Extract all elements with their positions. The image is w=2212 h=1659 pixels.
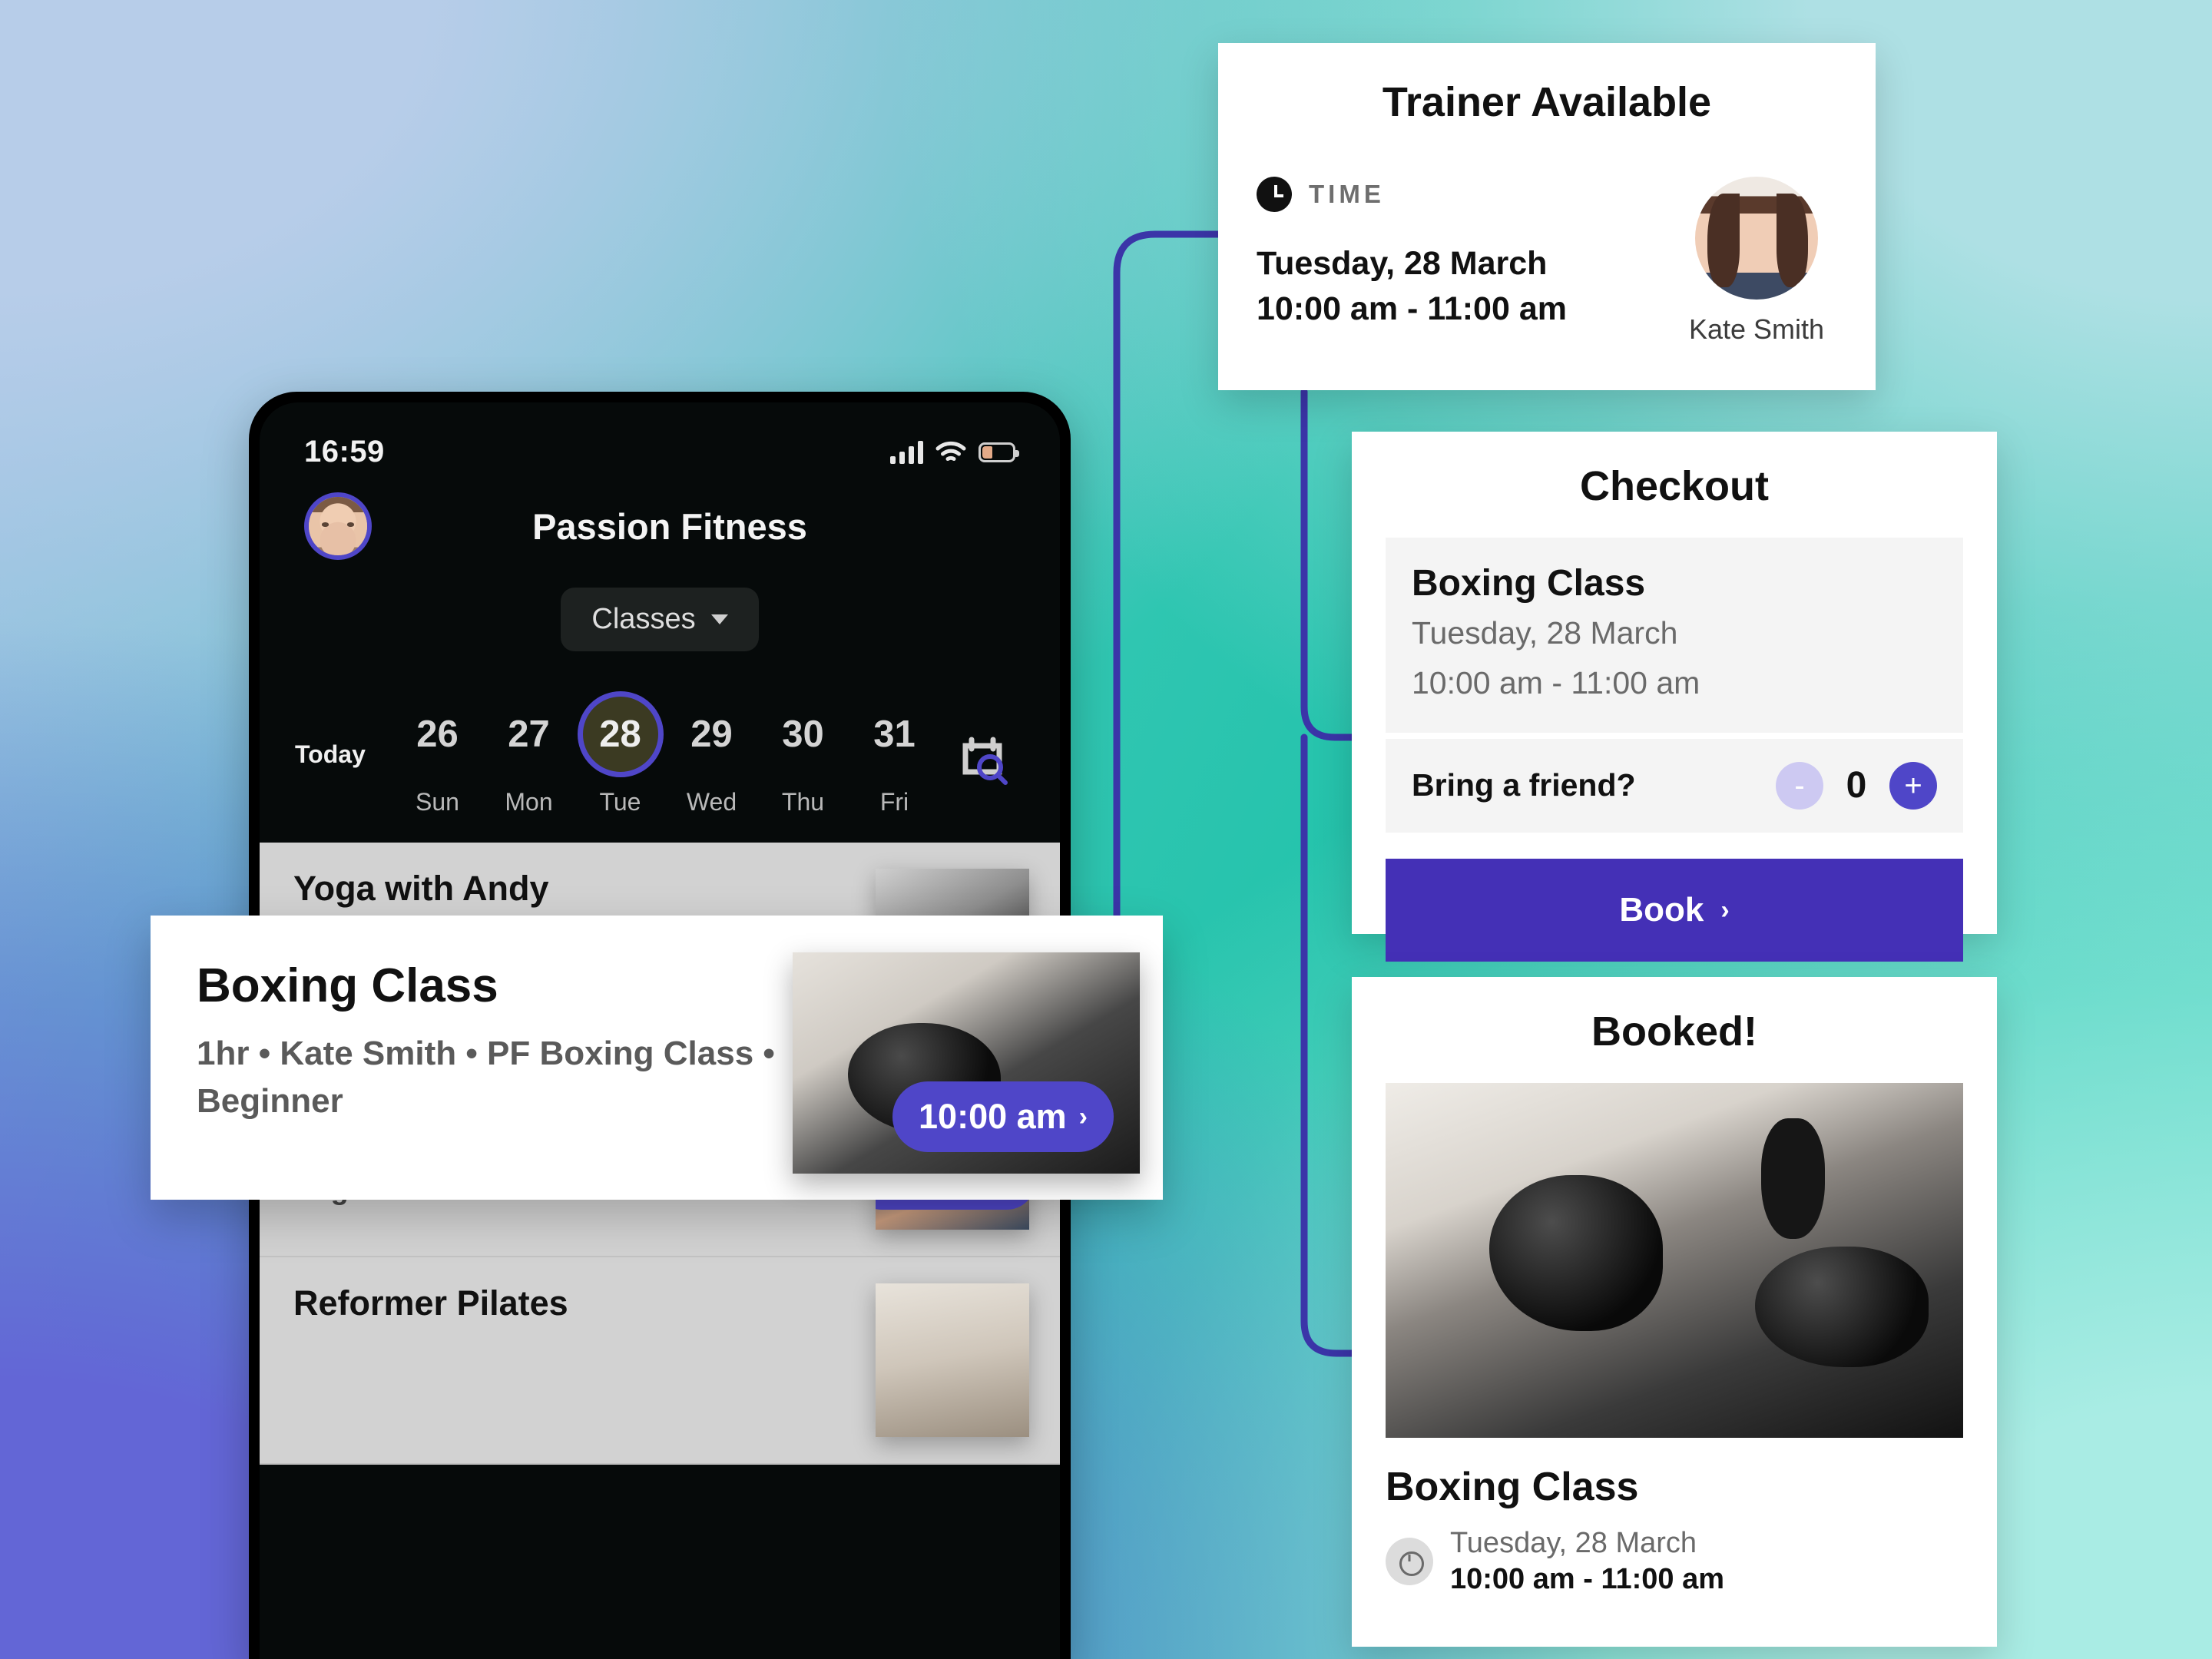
page-title: Passion Fitness <box>532 505 807 547</box>
trainer-available-card: Trainer Available TIME Tuesday, 28 March… <box>1218 43 1876 390</box>
class-title: Yoga with Andy <box>293 869 549 908</box>
boxing-class-thumbnail: 10:00 am › <box>793 952 1140 1174</box>
date-dow: Mon <box>505 788 553 816</box>
boxing-class-meta: 1hr • Kate Smith • PF Boxing Class • Beg… <box>197 1035 775 1121</box>
boxing-glove-right-shape <box>1755 1246 1929 1367</box>
boxing-class-detail-card[interactable]: Boxing Class 1hr • Kate Smith • PF Boxin… <box>151 916 1163 1200</box>
booked-class-image <box>1386 1083 1963 1438</box>
checkout-card: Checkout Boxing Class Tuesday, 28 March … <box>1352 432 1997 962</box>
date-number: 27 <box>508 714 550 755</box>
checkout-item-date: Tuesday, 28 March <box>1412 615 1678 651</box>
battery-low-icon <box>979 442 1019 462</box>
date-dow: Wed <box>686 788 737 816</box>
chevron-down-icon <box>710 614 728 624</box>
friend-count-value: 0 <box>1846 765 1867 806</box>
wifi-icon <box>935 441 966 461</box>
increment-button[interactable]: + <box>1889 761 1937 810</box>
trainer-profile[interactable]: Kate Smith <box>1676 177 1837 346</box>
booked-date: Tuesday, 28 March <box>1450 1527 1697 1559</box>
trainer-date: Tuesday, 28 March <box>1257 245 1548 282</box>
date-cell-30[interactable]: 30 Thu <box>757 691 849 816</box>
date-number: 29 <box>690 714 733 755</box>
date-cell-29[interactable]: 29 Wed <box>666 691 757 816</box>
booked-when-row: Tuesday, 28 March 10:00 am - 11:00 am <box>1386 1527 1963 1596</box>
trainer-when: Tuesday, 28 March 10:00 am - 11:00 am <box>1257 241 1567 333</box>
date-dow: Sun <box>416 788 459 816</box>
signal-bars-icon <box>890 440 923 464</box>
date-number: 26 <box>416 714 459 755</box>
checkout-item-summary: Boxing Class Tuesday, 28 March 10:00 am … <box>1386 538 1963 733</box>
punching-bag-shape <box>1760 1118 1825 1240</box>
avatar-image <box>309 497 367 555</box>
date-cell-27[interactable]: 27 Mon <box>483 691 575 816</box>
decrement-button[interactable]: - <box>1776 761 1823 810</box>
date-cell-31[interactable]: 31 Fri <box>849 691 940 816</box>
boxing-class-time-label: 10:00 am <box>919 1097 1067 1136</box>
calendar-search-icon[interactable] <box>940 733 1025 816</box>
booked-class-name: Boxing Class <box>1386 1465 1639 1509</box>
app-bar: Passion Fitness <box>260 469 1060 560</box>
bring-a-friend-row: Bring a friend? - 0 + <box>1386 738 1963 833</box>
class-thumbnail <box>876 1283 1029 1437</box>
date-dow: Tue <box>599 788 641 816</box>
classes-filter-label: Classes <box>591 603 696 635</box>
boxing-class-time-button[interactable]: 10:00 am › <box>892 1081 1114 1152</box>
status-bar: 16:59 <box>260 402 1060 469</box>
date-cell-26[interactable]: 26 Sun <box>392 691 483 816</box>
date-strip: Today 26 Sun 27 Mon 28 Tue 29 Wed 30 Thu <box>260 651 1060 816</box>
friend-quantity-stepper: - 0 + <box>1776 761 1937 810</box>
trainer-avatar <box>1695 177 1818 300</box>
booked-confirmation-card: Booked! Boxing Class Tuesday, 28 March 1… <box>1352 977 1997 1647</box>
chevron-right-icon: › <box>1078 1102 1088 1131</box>
checkout-item-name: Boxing Class <box>1412 563 1646 604</box>
clock-icon <box>1386 1538 1433 1585</box>
checkout-heading: Checkout <box>1579 463 1770 509</box>
trainer-name: Kate Smith <box>1688 313 1825 345</box>
date-dow: Thu <box>781 788 825 816</box>
avatar[interactable] <box>304 492 372 560</box>
trainer-card-heading: Trainer Available <box>1382 79 1712 125</box>
classes-filter-button[interactable]: Classes <box>561 588 759 651</box>
today-label: Today <box>295 740 366 768</box>
date-number: 30 <box>782 714 824 755</box>
date-cell-28-selected[interactable]: 28 Tue <box>575 691 666 816</box>
chevron-right-icon: › <box>1720 895 1730 925</box>
clock-icon <box>1257 177 1292 212</box>
date-number: 28 <box>599 714 641 755</box>
time-label-text: TIME <box>1309 180 1385 208</box>
booked-time: 10:00 am - 11:00 am <box>1450 1563 1725 1595</box>
book-button-label: Book <box>1619 890 1704 929</box>
book-button[interactable]: Book › <box>1386 858 1963 962</box>
class-list-item-2[interactable]: Reformer Pilates <box>260 1257 1060 1465</box>
date-number: 31 <box>873 714 916 755</box>
booked-heading: Booked! <box>1591 1008 1757 1055</box>
status-bar-icons <box>890 440 1019 464</box>
bring-a-friend-label: Bring a friend? <box>1412 767 1636 803</box>
status-bar-time: 16:59 <box>304 435 385 469</box>
date-dow: Fri <box>879 788 909 816</box>
boxing-glove-left-shape <box>1489 1175 1663 1332</box>
time-label-row: TIME <box>1257 177 1567 212</box>
class-title: Reformer Pilates <box>293 1283 568 1323</box>
trainer-time: 10:00 am - 11:00 am <box>1257 290 1567 328</box>
checkout-item-time: 10:00 am - 11:00 am <box>1412 665 1700 701</box>
filter-row: Classes <box>260 588 1060 651</box>
